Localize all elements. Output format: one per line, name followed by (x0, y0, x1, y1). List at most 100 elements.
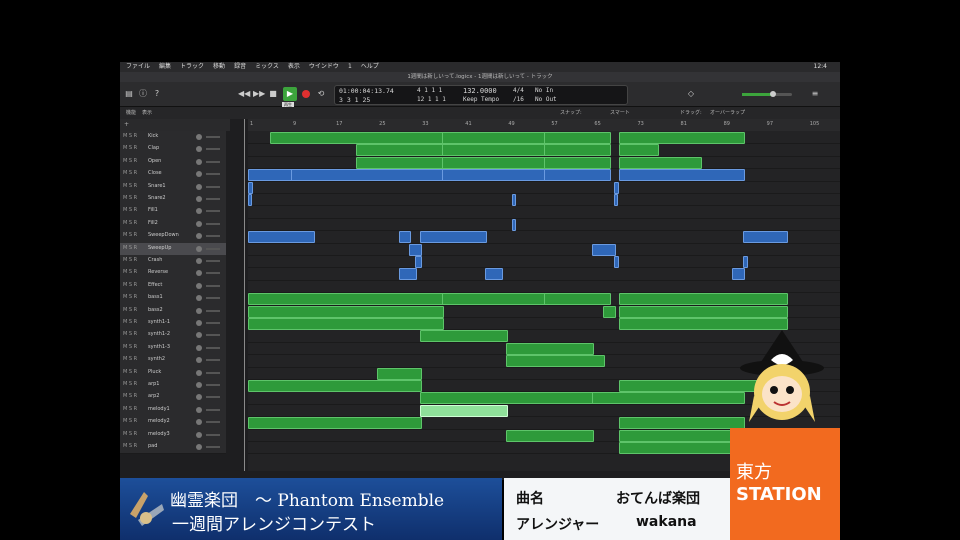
pan-knob[interactable] (196, 134, 202, 140)
region[interactable] (592, 392, 746, 405)
region[interactable] (355, 156, 444, 169)
division[interactable]: /16 (513, 96, 524, 103)
region[interactable] (619, 305, 789, 318)
track-buttons[interactable]: M S R (123, 245, 137, 251)
region[interactable] (619, 169, 746, 182)
region[interactable] (506, 429, 595, 442)
region[interactable] (377, 367, 423, 380)
pan-knob[interactable] (196, 183, 202, 190)
region[interactable] (420, 231, 487, 244)
region[interactable] (619, 417, 746, 430)
menu-item[interactable]: 表示 (288, 62, 300, 72)
view-menu[interactable]: 表示 (142, 107, 152, 119)
region[interactable] (420, 330, 509, 343)
track-row[interactable]: M S R melody3 (120, 428, 226, 442)
pan-knob[interactable] (196, 171, 202, 178)
volume-fader[interactable] (206, 222, 220, 225)
volume-fader[interactable] (206, 359, 220, 362)
track-row[interactable]: M S R Clap (120, 143, 226, 157)
pan-knob[interactable] (196, 332, 202, 339)
track-buttons[interactable]: M S R (123, 294, 137, 300)
region[interactable] (420, 404, 509, 417)
play-button[interactable]: ▶ (283, 87, 297, 101)
track-row[interactable]: M S R Snare2 (120, 193, 226, 207)
track-buttons[interactable]: M S R (123, 356, 137, 362)
track-row[interactable]: M S R synth1-2 (120, 329, 226, 343)
region[interactable] (732, 268, 746, 281)
volume-fader[interactable] (206, 433, 220, 436)
region[interactable] (398, 268, 417, 281)
pan-knob[interactable] (196, 320, 202, 326)
pan-knob[interactable] (196, 369, 202, 376)
region[interactable] (248, 181, 254, 194)
track-buttons[interactable]: M S R (123, 319, 137, 325)
track-buttons[interactable]: M S R (123, 220, 137, 226)
volume-fader[interactable] (206, 322, 220, 324)
region[interactable] (619, 442, 746, 454)
pan-knob[interactable] (196, 444, 202, 450)
pan-knob[interactable] (196, 382, 202, 388)
pan-knob[interactable] (196, 394, 202, 401)
pan-knob[interactable] (196, 357, 202, 364)
region[interactable] (248, 417, 423, 430)
region[interactable] (291, 169, 444, 182)
pan-knob[interactable] (196, 146, 202, 153)
pan-knob[interactable] (196, 307, 202, 314)
track-row[interactable]: M S R Crash (120, 255, 226, 269)
pan-knob[interactable] (196, 406, 202, 413)
track-buttons[interactable]: M S R (123, 133, 137, 139)
region[interactable] (619, 318, 789, 330)
volume-fader[interactable] (206, 260, 220, 262)
menu-item[interactable]: ファイル (126, 62, 150, 72)
pan-knob[interactable] (196, 295, 202, 302)
region[interactable] (441, 293, 546, 306)
region[interactable] (441, 132, 546, 144)
region[interactable] (484, 268, 503, 281)
volume-fader[interactable] (206, 160, 220, 163)
region[interactable] (619, 132, 746, 144)
pan-knob[interactable] (196, 258, 202, 264)
region[interactable] (441, 156, 546, 169)
track-row[interactable]: M S R Snare1 (120, 180, 226, 194)
menu-item[interactable]: トラック (180, 62, 204, 72)
track-row[interactable]: M S R synth1-1 (120, 317, 226, 331)
region[interactable] (603, 305, 616, 318)
region[interactable] (511, 218, 516, 231)
volume-fader[interactable] (206, 421, 220, 424)
record-button[interactable] (302, 90, 310, 98)
volume-fader[interactable] (206, 346, 220, 349)
volume-fader[interactable] (206, 235, 220, 238)
region[interactable] (613, 256, 620, 268)
region[interactable] (248, 231, 315, 244)
menu-item[interactable]: 編集 (159, 62, 171, 72)
region[interactable] (248, 169, 294, 182)
track-buttons[interactable]: M S R (123, 393, 137, 399)
region[interactable] (619, 293, 789, 306)
track-buttons[interactable]: M S R (123, 145, 137, 151)
volume-fader[interactable] (206, 136, 220, 138)
region[interactable] (414, 256, 423, 268)
track-buttons[interactable]: M S R (123, 431, 137, 437)
volume-fader[interactable] (206, 408, 220, 411)
cycle-icon[interactable]: ⟲ (316, 89, 326, 99)
menu-item[interactable]: ウインドウ (309, 62, 339, 72)
track-row[interactable]: M S R pad (120, 441, 226, 455)
volume-fader[interactable] (206, 272, 220, 275)
volume-fader[interactable] (206, 284, 220, 287)
track-buttons[interactable]: M S R (123, 158, 137, 164)
region[interactable] (613, 194, 619, 206)
track-row[interactable]: M S R Fill2 (120, 217, 226, 232)
volume-fader[interactable] (206, 446, 220, 448)
track-buttons[interactable]: M S R (123, 418, 137, 424)
region[interactable] (592, 243, 616, 256)
pan-knob[interactable] (196, 344, 202, 351)
menu-item[interactable]: 移動 (213, 62, 225, 72)
library-icon[interactable]: ▤ (124, 89, 134, 99)
track-row[interactable]: M S R melody2 (120, 416, 226, 430)
region[interactable] (355, 144, 444, 157)
track-row[interactable]: M S R synth1-3 (120, 341, 226, 356)
stop-icon[interactable]: ■ (268, 89, 278, 99)
track-row[interactable]: M S R SweepDown (120, 230, 226, 244)
pan-knob[interactable] (196, 208, 202, 215)
region[interactable] (743, 256, 749, 268)
